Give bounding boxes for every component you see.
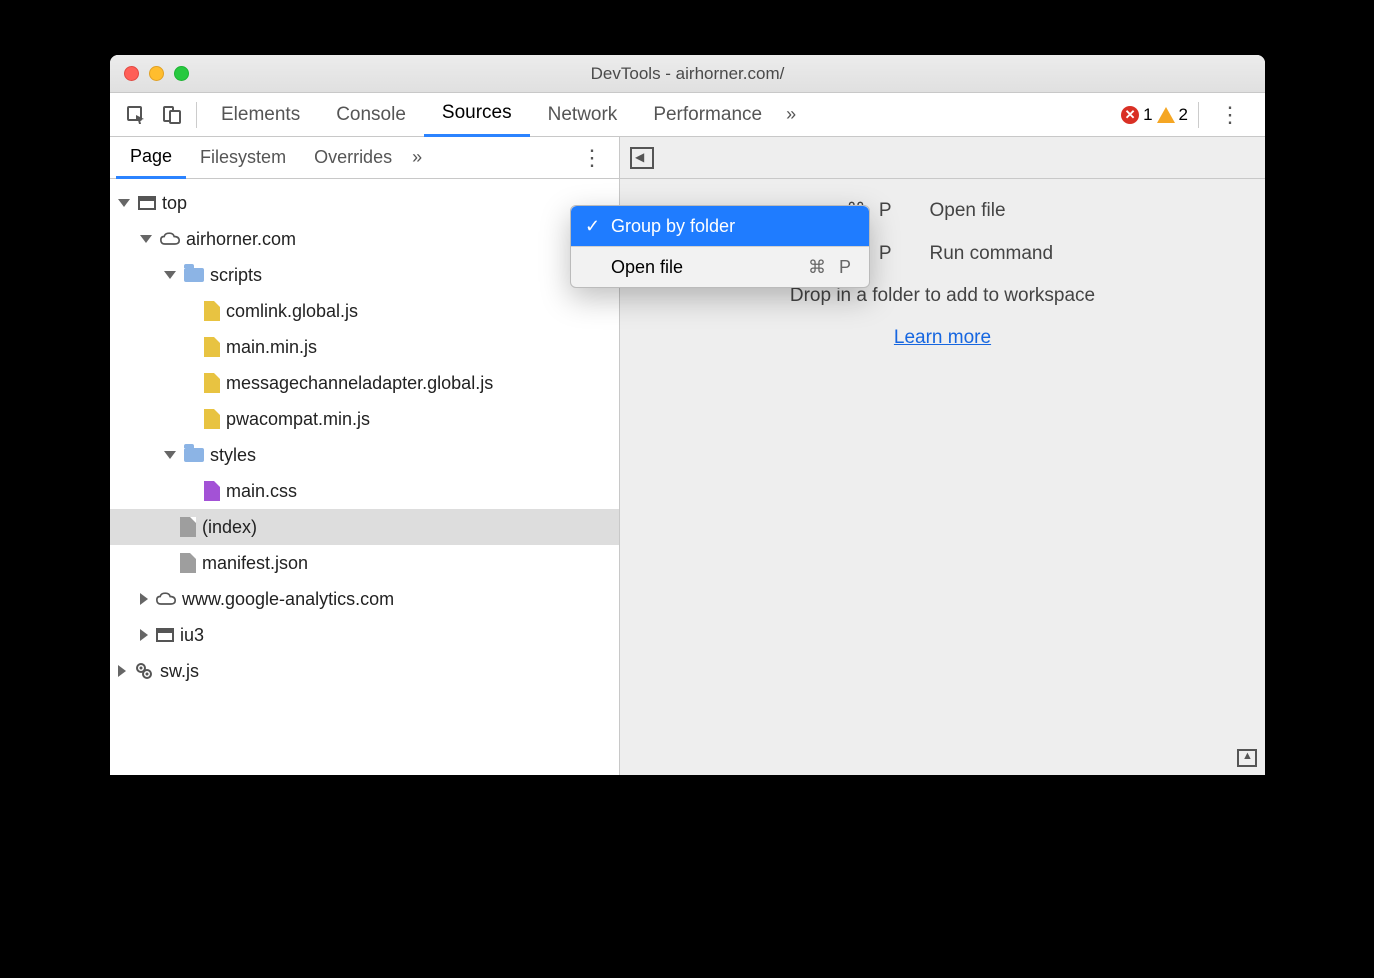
folder-icon [184, 448, 204, 462]
tree-label: www.google-analytics.com [182, 589, 394, 610]
tree-label: comlink.global.js [226, 301, 358, 322]
js-file-icon [204, 301, 220, 321]
tree-label: main.min.js [226, 337, 317, 358]
menu-group-by-folder[interactable]: ✓ Group by folder [571, 206, 869, 246]
chevron-down-icon [164, 451, 176, 459]
frame-icon [138, 196, 156, 210]
hint-label: Run command [930, 243, 1130, 265]
separator [196, 102, 197, 128]
tree-label: styles [210, 445, 256, 466]
tree-folder-styles[interactable]: styles [110, 437, 619, 473]
zoom-button[interactable] [174, 66, 189, 81]
menu-label: Group by folder [611, 216, 735, 237]
tree-file-index[interactable]: (index) [110, 509, 619, 545]
tree-label: manifest.json [202, 553, 308, 574]
chevron-down-icon [164, 271, 176, 279]
separator [1198, 102, 1199, 128]
tree-label: (index) [202, 517, 257, 538]
warning-count[interactable]: 2 [1157, 105, 1188, 125]
window-controls [110, 66, 189, 81]
tab-performance[interactable]: Performance [635, 93, 780, 137]
navigator-menu[interactable]: ⋮ [571, 145, 613, 171]
settings-menu[interactable]: ⋮ [1209, 102, 1251, 128]
file-icon [180, 517, 196, 537]
close-button[interactable] [124, 66, 139, 81]
device-toggle-icon[interactable] [154, 97, 190, 133]
js-file-icon [204, 373, 220, 393]
chevron-down-icon [140, 235, 152, 243]
inspect-icon[interactable] [118, 97, 154, 133]
context-menu: ✓ Group by folder Open file ⌘ P [570, 205, 870, 288]
toolbar-right: ✕ 1 2 ⋮ [1121, 102, 1257, 128]
frame-icon [156, 628, 174, 642]
tree-top[interactable]: top [110, 185, 619, 221]
tree-label: messagechanneladapter.global.js [226, 373, 493, 394]
tree-frame-iu3[interactable]: iu3 [110, 617, 619, 653]
navigator-tabs: Page Filesystem Overrides » ⋮ [110, 137, 619, 179]
tree-label: scripts [210, 265, 262, 286]
tab-network[interactable]: Network [530, 93, 636, 137]
tree-label: top [162, 193, 187, 214]
menu-shortcut: ⌘ P [808, 257, 855, 278]
subtab-page[interactable]: Page [116, 137, 186, 179]
gear-icon [134, 661, 154, 681]
error-count[interactable]: ✕ 1 [1121, 105, 1152, 125]
collapse-sidebar-icon[interactable] [630, 147, 654, 169]
tree-label: iu3 [180, 625, 204, 646]
minimize-button[interactable] [149, 66, 164, 81]
tree-domain[interactable]: airhorner.com [110, 221, 619, 257]
tab-sources[interactable]: Sources [424, 93, 530, 137]
tabs-overflow[interactable]: » [780, 104, 802, 125]
tree-file-manifest[interactable]: manifest.json [110, 545, 619, 581]
tree-label: pwacompat.min.js [226, 409, 370, 430]
warning-icon [1157, 107, 1175, 123]
chevron-right-icon [118, 665, 126, 677]
warning-number: 2 [1179, 105, 1188, 125]
tree-label: sw.js [160, 661, 199, 682]
tab-elements[interactable]: Elements [203, 93, 318, 137]
file-icon [180, 553, 196, 573]
devtools-window: DevTools - airhorner.com/ Elements Conso… [110, 55, 1265, 775]
tree-file-maincss[interactable]: main.css [110, 473, 619, 509]
js-file-icon [204, 409, 220, 429]
subtab-filesystem[interactable]: Filesystem [186, 137, 300, 179]
cloud-icon [156, 589, 176, 609]
error-number: 1 [1143, 105, 1152, 125]
file-tree: top airhorner.com scripts [110, 179, 619, 775]
hint-label: Open file [930, 200, 1130, 222]
chevron-down-icon [118, 199, 130, 207]
main-toolbar: Elements Console Sources Network Perform… [110, 93, 1265, 137]
tree-worker-swjs[interactable]: sw.js [110, 653, 619, 689]
tree-folder-scripts[interactable]: scripts [110, 257, 619, 293]
subtabs-overflow[interactable]: » [406, 147, 428, 168]
tree-file-mainjs[interactable]: main.min.js [110, 329, 619, 365]
menu-open-file[interactable]: Open file ⌘ P [571, 247, 869, 287]
js-file-icon [204, 337, 220, 357]
tree-domain-analytics[interactable]: www.google-analytics.com [110, 581, 619, 617]
tree-label: main.css [226, 481, 297, 502]
tree-file-msgchannel[interactable]: messagechanneladapter.global.js [110, 365, 619, 401]
subtab-overrides[interactable]: Overrides [300, 137, 406, 179]
window-title: DevTools - airhorner.com/ [110, 64, 1265, 84]
tree-file-pwacompat[interactable]: pwacompat.min.js [110, 401, 619, 437]
check-icon: ✓ [585, 216, 601, 237]
chevron-right-icon [140, 629, 148, 641]
learn-more-link[interactable]: Learn more [894, 327, 991, 349]
folder-icon [184, 268, 204, 282]
titlebar: DevTools - airhorner.com/ [110, 55, 1265, 93]
hint-dropin: Drop in a folder to add to workspace [790, 285, 1095, 307]
editor-toolbar [620, 137, 1265, 179]
error-icon: ✕ [1121, 106, 1139, 124]
tab-console[interactable]: Console [318, 93, 424, 137]
cloud-icon [160, 229, 180, 249]
tree-label: airhorner.com [186, 229, 296, 250]
css-file-icon [204, 481, 220, 501]
chevron-right-icon [140, 593, 148, 605]
menu-label: Open file [611, 257, 683, 278]
navigator-pane: Page Filesystem Overrides » ⋮ top [110, 137, 620, 775]
show-drawer-icon[interactable] [1237, 749, 1257, 767]
tree-file-comlink[interactable]: comlink.global.js [110, 293, 619, 329]
